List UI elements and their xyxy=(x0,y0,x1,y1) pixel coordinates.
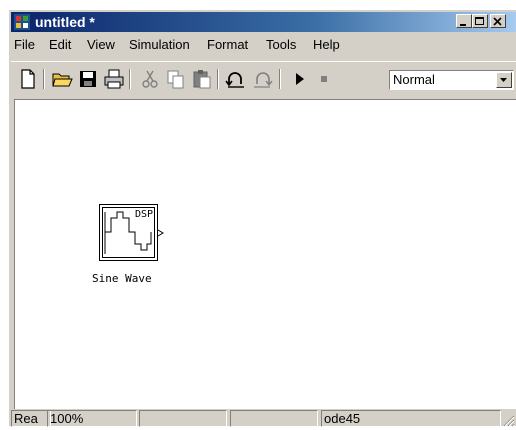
open-button[interactable] xyxy=(51,68,73,90)
play-button[interactable] xyxy=(289,68,311,90)
paste-button[interactable] xyxy=(191,68,213,90)
menu-format[interactable]: Format xyxy=(207,37,248,53)
cut-icon xyxy=(142,70,158,88)
maximize-button[interactable] xyxy=(472,14,488,28)
title-bar[interactable]: untitled * xyxy=(11,12,516,32)
dsp-sine-wave-block-icon: DSP xyxy=(99,204,164,261)
print-button[interactable] xyxy=(103,68,125,90)
close-icon xyxy=(493,17,502,26)
redo-icon xyxy=(254,72,273,88)
status-empty-1 xyxy=(139,410,227,427)
menu-edit[interactable]: Edit xyxy=(49,37,71,53)
stop-button[interactable] xyxy=(313,68,335,90)
toolbar-separator xyxy=(129,69,131,89)
minimize-icon xyxy=(460,24,466,26)
sine-wave-block[interactable]: DSP xyxy=(99,204,165,269)
simulink-model-icon xyxy=(14,14,30,30)
dsp-text: DSP xyxy=(135,209,153,220)
resize-grip[interactable] xyxy=(502,414,515,427)
menu-simulation[interactable]: Simulation xyxy=(129,37,190,53)
copy-button[interactable] xyxy=(165,68,187,90)
simulation-mode-select[interactable]: Normal xyxy=(389,70,514,90)
menu-tools[interactable]: Tools xyxy=(266,37,296,53)
menu-view[interactable]: View xyxy=(87,37,115,53)
print-icon xyxy=(104,69,124,89)
toolbar-separator xyxy=(217,69,219,89)
block-label[interactable]: Sine Wave xyxy=(92,272,152,285)
save-icon xyxy=(80,71,96,87)
toolbar-separator xyxy=(279,69,281,89)
status-ready: Rea xyxy=(11,410,51,427)
redo-button[interactable] xyxy=(251,68,273,90)
save-button[interactable] xyxy=(77,68,99,90)
stop-icon xyxy=(321,76,327,82)
new-icon xyxy=(21,69,35,89)
minimize-button[interactable] xyxy=(456,14,472,28)
toolbar-separator xyxy=(43,69,45,89)
resize-grip-icon xyxy=(503,415,515,427)
cut-button[interactable] xyxy=(139,68,161,90)
status-empty-2 xyxy=(230,410,318,427)
maximize-icon xyxy=(475,17,484,25)
undo-icon xyxy=(225,72,244,88)
menu-bar: File Edit View Simulation Format Tools H… xyxy=(11,35,516,55)
new-button[interactable] xyxy=(17,68,39,90)
play-icon xyxy=(296,73,304,85)
chevron-down-icon xyxy=(500,78,507,82)
window-title: untitled * xyxy=(35,14,95,30)
status-solver: ode45 xyxy=(321,410,501,427)
dropdown-arrow-button[interactable] xyxy=(496,72,512,88)
paste-icon xyxy=(193,70,211,89)
model-canvas[interactable]: DSP Sine Wave xyxy=(14,99,516,409)
model-window: untitled * File Edit View Simulation For… xyxy=(8,9,516,427)
toolbar: Normal xyxy=(11,61,516,96)
close-button[interactable] xyxy=(490,14,506,28)
status-zoom: 100% xyxy=(47,410,137,427)
undo-button[interactable] xyxy=(225,68,247,90)
open-icon xyxy=(52,73,73,87)
menu-file[interactable]: File xyxy=(14,37,35,53)
simulation-mode-value: Normal xyxy=(393,72,435,87)
copy-icon xyxy=(167,70,184,89)
status-bar: Rea 100% ode45 xyxy=(11,409,516,427)
menu-help[interactable]: Help xyxy=(313,37,340,53)
